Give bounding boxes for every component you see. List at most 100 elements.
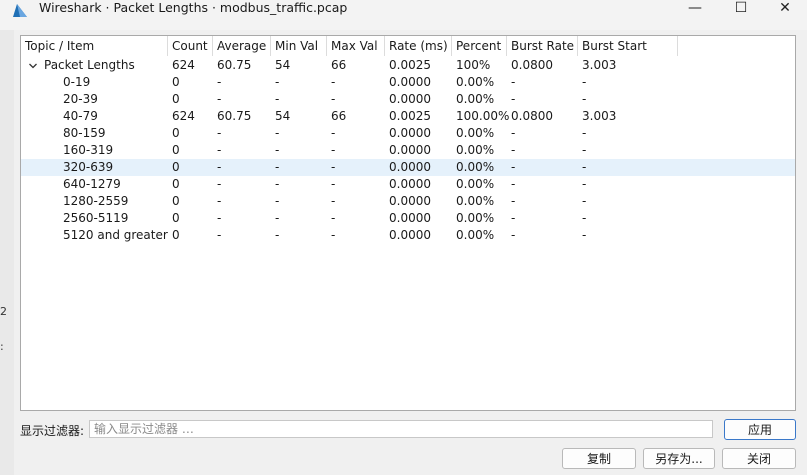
cell-burst-start: -	[582, 143, 587, 157]
column-header[interactable]: Percent	[452, 36, 507, 56]
cell-burst-start: 3.003	[582, 58, 617, 72]
cell-burst-rate: -	[511, 211, 516, 225]
cell-burst-rate: -	[511, 194, 516, 208]
cell-max: 66	[331, 58, 347, 72]
cell-topic: 1280-2559	[63, 194, 129, 208]
table-row[interactable]: 80-159 0 - - - 0.0000 0.00% - -	[21, 125, 795, 142]
cell-topic: 2560-5119	[63, 211, 129, 225]
cell-percent: 0.00%	[456, 92, 495, 106]
cell-rate: 0.0000	[389, 177, 431, 191]
cell-max: -	[331, 177, 336, 191]
cell-average: -	[217, 194, 222, 208]
cell-average: 60.75	[217, 58, 252, 72]
cell-count: 0	[172, 177, 180, 191]
cell-count: 0	[172, 75, 180, 89]
cell-rate: 0.0000	[389, 228, 431, 242]
cell-burst-start: -	[582, 92, 587, 106]
cell-burst-rate: -	[511, 177, 516, 191]
cell-percent: 100.00%	[456, 109, 510, 123]
apply-filter-button[interactable]: 应用	[724, 419, 796, 440]
table-row[interactable]: 20-39 0 - - - 0.0000 0.00% - -	[21, 91, 795, 108]
stats-tree-table[interactable]: Topic / Item Count Average Min Val Max Val Ra…	[20, 35, 796, 411]
cell-burst-start: -	[582, 194, 587, 208]
close-button[interactable]: 关闭	[722, 448, 796, 469]
cell-min: -	[275, 194, 280, 208]
cell-min: -	[275, 75, 280, 89]
cell-rate: 0.0025	[389, 109, 431, 123]
cell-burst-rate: -	[511, 75, 516, 89]
table-row[interactable]: 40-79 624 60.75 54 66 0.0025 100.00% 0.0800 3.00…	[21, 108, 795, 125]
cell-rate: 0.0000	[389, 211, 431, 225]
cell-topic: 40-79	[63, 109, 98, 123]
maximize-icon: ☐	[734, 0, 748, 16]
cell-max: 66	[331, 109, 347, 123]
table-row[interactable]: 2560-5119 0 - - - 0.0000 0.00% - -	[21, 210, 795, 227]
cell-topic: 0-19	[63, 75, 91, 89]
display-filter-input[interactable]	[89, 420, 713, 438]
cell-percent: 0.00%	[456, 228, 495, 242]
column-header[interactable]: Min Val	[271, 36, 327, 56]
column-header[interactable]: Count	[168, 36, 213, 56]
table-row[interactable]: 5120 and greater 0 - - - 0.0000 0.00% - -	[21, 227, 795, 244]
cell-average: -	[217, 211, 222, 225]
cell-max: -	[331, 160, 336, 174]
tree-group-row[interactable]: Packet Lengths 624 60.75 54 66 0.0025 100% 0.08…	[21, 57, 795, 74]
column-header[interactable]: Max Val	[327, 36, 385, 56]
cell-burst-start: -	[582, 177, 587, 191]
close-window-button[interactable]: ✕	[762, 0, 807, 16]
strip-mark-2: :	[0, 340, 4, 353]
cell-max: -	[331, 194, 336, 208]
window-title: Wireshark · Packet Lengths · modbus_traf…	[39, 0, 348, 15]
cell-burst-rate: -	[511, 126, 516, 140]
cell-max: -	[331, 143, 336, 157]
cell-count: 624	[172, 109, 195, 123]
cell-count: 0	[172, 194, 180, 208]
close-icon: ✕	[779, 0, 791, 16]
cell-count: 624	[172, 58, 195, 72]
column-header[interactable]: Burst Rate	[507, 36, 578, 56]
table-row[interactable]: 640-1279 0 - - - 0.0000 0.00% - -	[21, 176, 795, 193]
cell-min: -	[275, 126, 280, 140]
table-row[interactable]: 0-19 0 - - - 0.0000 0.00% - -	[21, 74, 795, 91]
cell-average: 60.75	[217, 109, 252, 123]
cell-percent: 100%	[456, 58, 491, 72]
chevron-down-icon[interactable]	[27, 57, 39, 74]
cell-burst-rate: -	[511, 92, 516, 106]
column-header[interactable]: Topic / Item	[21, 36, 168, 56]
table-row[interactable]: 1280-2559 0 - - - 0.0000 0.00% - -	[21, 193, 795, 210]
cell-burst-rate: -	[511, 160, 516, 174]
cell-burst-rate: 0.0800	[511, 109, 553, 123]
column-header[interactable]: Burst Start	[578, 36, 678, 56]
cell-max: -	[331, 75, 336, 89]
table-row[interactable]: 160-319 0 - - - 0.0000 0.00% - -	[21, 142, 795, 159]
save-as-button[interactable]: 另存为...	[643, 448, 715, 469]
cell-average: -	[217, 160, 222, 174]
cell-count: 0	[172, 92, 180, 106]
strip-mark-1: 2	[0, 305, 7, 318]
cell-topic: Packet Lengths	[44, 58, 135, 72]
title-bar: Wireshark · Packet Lengths · modbus_traf…	[0, 0, 807, 30]
cell-average: -	[217, 143, 222, 157]
cell-rate: 0.0000	[389, 194, 431, 208]
cell-max: -	[331, 228, 336, 242]
column-header[interactable]: Rate (ms)	[385, 36, 452, 56]
cell-rate: 0.0000	[389, 92, 431, 106]
cell-average: -	[217, 228, 222, 242]
cell-topic: 20-39	[63, 92, 98, 106]
cell-rate: 0.0000	[389, 126, 431, 140]
cell-topic: 80-159	[63, 126, 106, 140]
cell-average: -	[217, 75, 222, 89]
background-window-strip: 2 :	[0, 30, 14, 475]
cell-average: -	[217, 177, 222, 191]
column-header[interactable]: Average	[213, 36, 271, 56]
cell-min: -	[275, 228, 280, 242]
minimize-button[interactable]: —	[672, 0, 718, 16]
cell-percent: 0.00%	[456, 177, 495, 191]
cell-min: -	[275, 143, 280, 157]
cell-count: 0	[172, 143, 180, 157]
cell-burst-start: -	[582, 160, 587, 174]
maximize-button[interactable]: ☐	[718, 0, 764, 16]
cell-burst-start: -	[582, 211, 587, 225]
copy-button[interactable]: 复制	[562, 448, 636, 469]
table-row[interactable]: 320-639 0 - - - 0.0000 0.00% - -	[21, 159, 795, 176]
